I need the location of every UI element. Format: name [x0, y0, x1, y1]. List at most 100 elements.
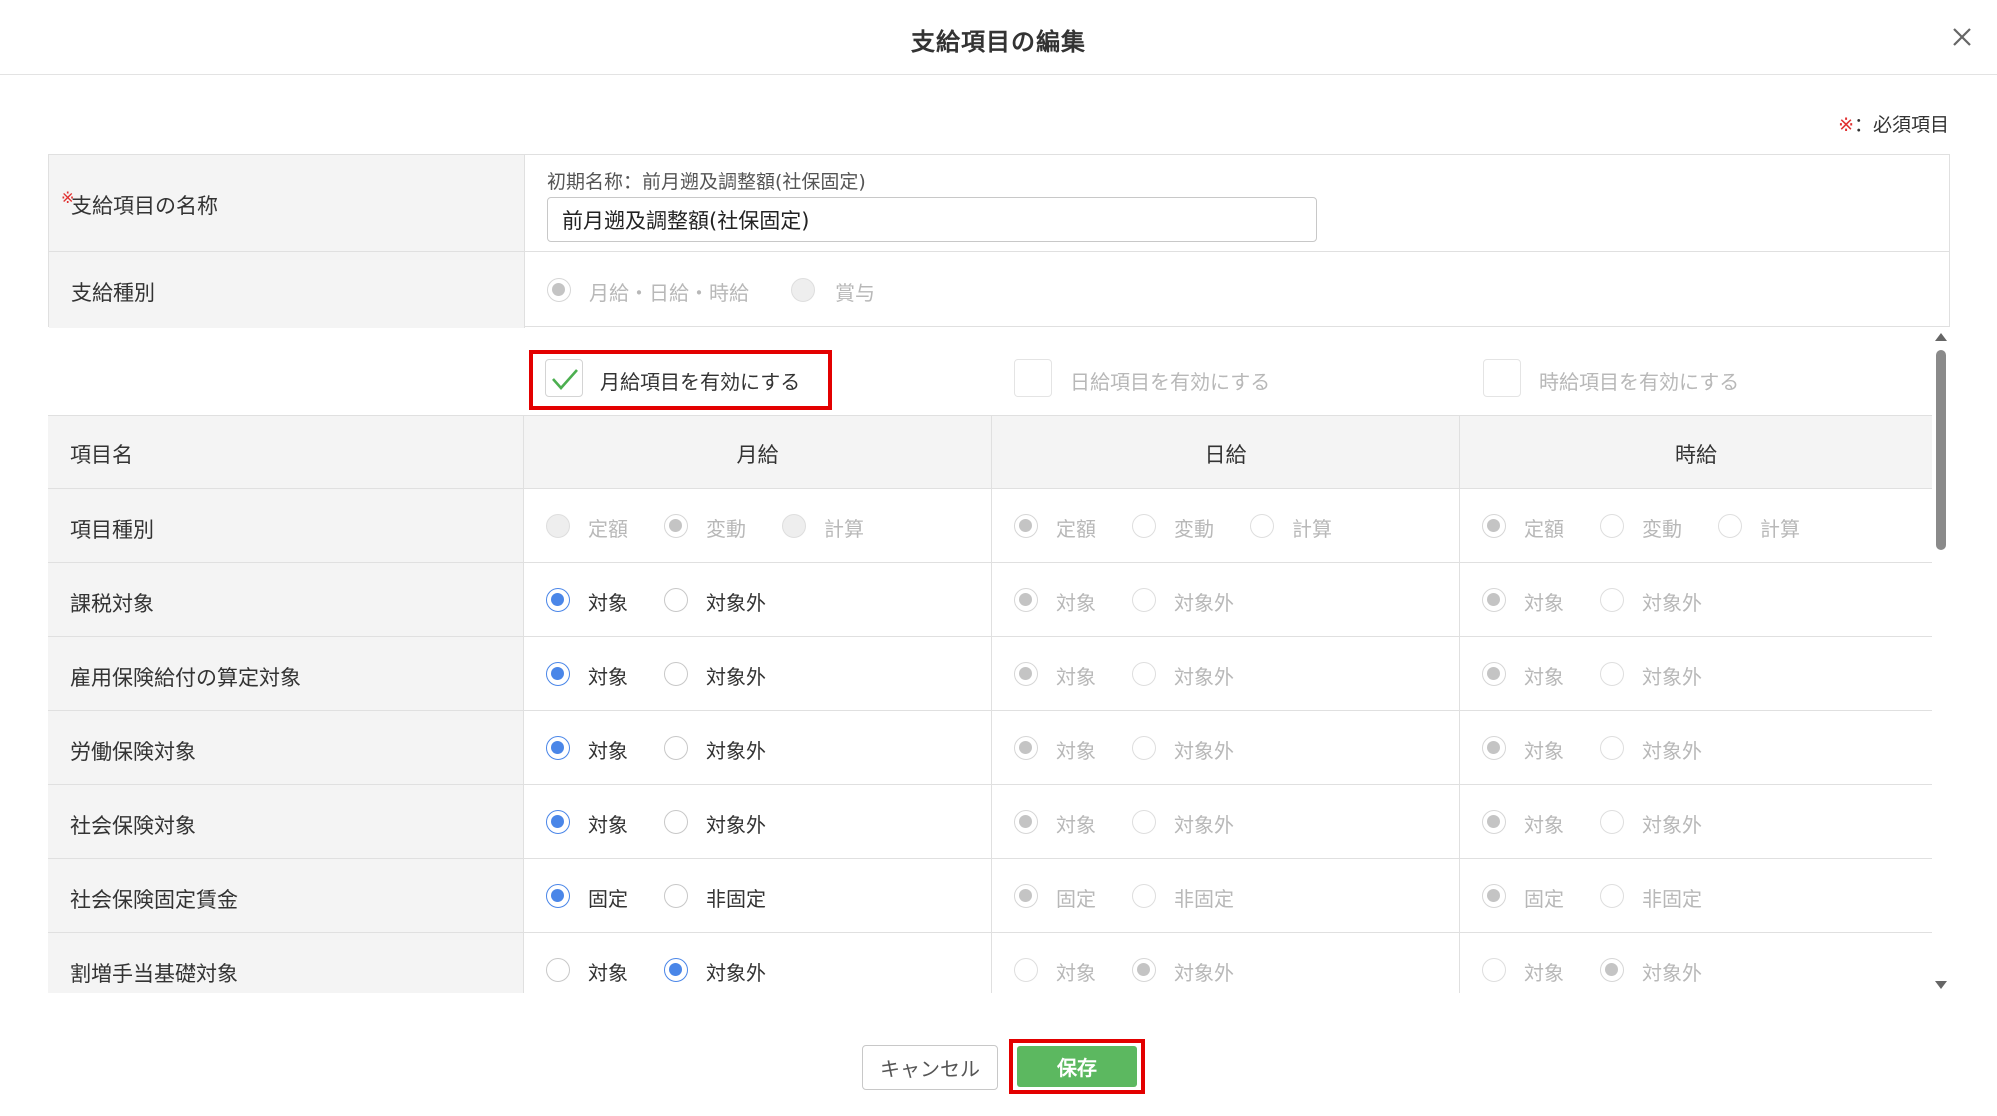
option-non-target: 対象外 [1642, 813, 1702, 837]
payment-type-option-regular: 月給・日給・時給 [589, 281, 749, 305]
radio-target[interactable] [1014, 958, 1038, 982]
radio-target[interactable] [1014, 588, 1038, 612]
row-label: 社会保険対象 [70, 814, 196, 838]
radio-calc[interactable] [782, 514, 806, 538]
option-target: 対象 [588, 813, 628, 837]
daily-cell: 対象 対象外 [992, 711, 1460, 784]
radio-target[interactable] [1014, 810, 1038, 834]
radio-variable[interactable] [1600, 514, 1624, 538]
hourly-enable-label: 時給項目を有効にする [1539, 370, 1740, 394]
option-non-target: 対象外 [706, 665, 766, 689]
option-target: 対象 [1524, 591, 1564, 615]
radio-fixed[interactable] [546, 514, 570, 538]
option-target: 対象 [588, 665, 628, 689]
grid-header-row: 項目名 月給 日給 時給 [48, 416, 1932, 489]
daily-cell: 対象 対象外 [992, 637, 1460, 710]
option-variable: 変動 [1174, 517, 1214, 541]
dialog-title: 支給項目の編集 [911, 28, 1086, 56]
radio-target[interactable] [1482, 588, 1506, 612]
radio-fixed[interactable] [1014, 884, 1038, 908]
radio-fixed[interactable] [1482, 514, 1506, 538]
option-non-target: 対象外 [1642, 739, 1702, 763]
payment-type-radio-bonus[interactable] [791, 278, 815, 302]
radio-target[interactable] [1014, 736, 1038, 760]
radio-target[interactable] [1482, 662, 1506, 686]
row-label-cell: 項目種別 [48, 489, 524, 562]
option-target: 対象 [1056, 739, 1096, 763]
radio-non-target[interactable] [664, 588, 688, 612]
name-label-cell: ※ 支給項目の名称 [49, 155, 525, 251]
option-fixed: 固定 [1524, 887, 1564, 911]
radio-fixed[interactable] [1482, 884, 1506, 908]
radio-target[interactable] [1482, 810, 1506, 834]
radio-non-target[interactable] [664, 958, 688, 982]
close-icon[interactable] [1945, 20, 1979, 54]
radio-calc[interactable] [1718, 514, 1742, 538]
radio-non-target[interactable] [664, 662, 688, 686]
required-note: ※：必須項目 [1838, 110, 1949, 137]
option-target: 対象 [1056, 813, 1096, 837]
scroll-up-arrow-icon[interactable] [1935, 333, 1947, 341]
radio-non-target[interactable] [1132, 810, 1156, 834]
radio-target[interactable] [1014, 662, 1038, 686]
items-scroll-area[interactable]: 月給項目を有効にする 日給項目を有効にする 時給項目を有効にする 項目名 月給 … [48, 330, 1950, 993]
scroll-down-arrow-icon[interactable] [1935, 981, 1947, 989]
table-row: 割増手当基礎対象 対象 対象外 対象 対象外 対象 対象外 [48, 933, 1932, 993]
save-button-highlight: 保存 [1009, 1039, 1145, 1094]
radio-non-target[interactable] [1132, 588, 1156, 612]
radio-target[interactable] [1482, 736, 1506, 760]
payment-type-radio-regular[interactable] [547, 278, 571, 302]
radio-non-fixed[interactable] [1132, 884, 1156, 908]
radio-target[interactable] [546, 736, 570, 760]
radio-fixed[interactable] [1014, 514, 1038, 538]
radio-non-target[interactable] [1600, 736, 1624, 760]
option-target: 対象 [1056, 961, 1096, 985]
radio-non-fixed[interactable] [1600, 884, 1624, 908]
option-non-target: 対象外 [706, 961, 766, 985]
option-non-target: 対象外 [1642, 591, 1702, 615]
option-fixed: 固定 [1056, 887, 1096, 911]
radio-non-target[interactable] [664, 736, 688, 760]
radio-target[interactable] [546, 662, 570, 686]
radio-target[interactable] [1482, 958, 1506, 982]
option-target: 対象 [588, 739, 628, 763]
grid-header-monthly-cell: 月給 [524, 416, 992, 488]
radio-non-target[interactable] [1600, 588, 1624, 612]
enable-checkbox-row: 月給項目を有効にする 日給項目を有効にする 時給項目を有効にする [48, 330, 1932, 415]
grid-header-daily-cell: 日給 [992, 416, 1460, 488]
grid-header-label-cell: 項目名 [48, 416, 524, 488]
row-label-cell: 社会保険固定賃金 [48, 859, 524, 932]
monthly-enable-highlight [529, 350, 832, 410]
radio-target[interactable] [546, 588, 570, 612]
cancel-button[interactable]: キャンセル [862, 1045, 998, 1090]
payment-type-row: 支給種別 月給・日給・時給 賞与 [49, 252, 1949, 328]
daily-enable-checkbox[interactable] [1014, 359, 1052, 397]
vertical-scrollbar[interactable] [1932, 330, 1950, 993]
radio-variable[interactable] [1132, 514, 1156, 538]
radio-non-target[interactable] [1600, 662, 1624, 686]
row-label-cell: 労働保険対象 [48, 711, 524, 784]
grid-header-label: 項目名 [70, 443, 133, 467]
name-input[interactable] [547, 197, 1317, 242]
scrollbar-thumb[interactable] [1936, 350, 1946, 550]
save-button[interactable]: 保存 [1017, 1046, 1137, 1087]
radio-non-target[interactable] [1600, 810, 1624, 834]
hourly-enable-checkbox[interactable] [1483, 359, 1521, 397]
name-label: 支給項目の名称 [71, 194, 218, 218]
required-note-text: ：必須項目 [1853, 114, 1949, 136]
radio-target[interactable] [546, 958, 570, 982]
radio-non-target[interactable] [664, 810, 688, 834]
radio-fixed[interactable] [546, 884, 570, 908]
radio-non-target[interactable] [1132, 662, 1156, 686]
row-label: 項目種別 [70, 518, 154, 542]
radio-calc[interactable] [1250, 514, 1274, 538]
radio-variable[interactable] [664, 514, 688, 538]
row-label-cell: 課税対象 [48, 563, 524, 636]
radio-non-target[interactable] [1132, 736, 1156, 760]
radio-non-fixed[interactable] [664, 884, 688, 908]
option-target: 対象 [588, 961, 628, 985]
radio-non-target[interactable] [1132, 958, 1156, 982]
radio-non-target[interactable] [1600, 958, 1624, 982]
radio-target[interactable] [546, 810, 570, 834]
monthly-cell: 対象 対象外 [524, 785, 992, 858]
